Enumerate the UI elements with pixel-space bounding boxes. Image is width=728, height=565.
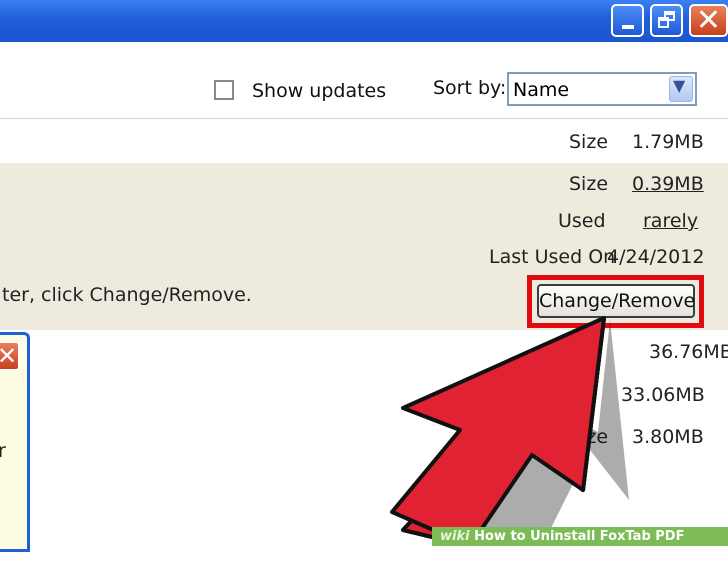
- pointer-arrow-icon: [390, 316, 629, 546]
- wikihow-caption: wiki How to Uninstall FoxTab PDF Creator: [432, 527, 728, 563]
- caption-title: How to Uninstall FoxTab PDF Creator: [432, 529, 685, 563]
- wiki-brand: wiki: [440, 529, 470, 544]
